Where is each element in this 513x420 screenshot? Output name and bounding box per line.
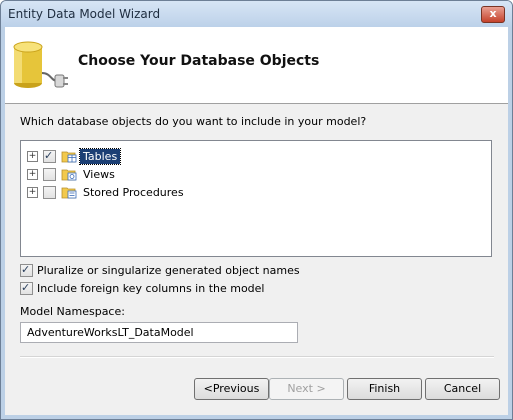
wizard-window: Entity Data Model Wizard x Choose Your D…	[0, 0, 513, 420]
window-title: Entity Data Model Wizard	[8, 7, 161, 21]
tree-item-tables[interactable]: + Tables	[27, 147, 122, 165]
expand-tables-button[interactable]: +	[27, 150, 38, 162]
tables-checkbox[interactable]	[43, 149, 56, 163]
foreign-key-checkbox[interactable]	[20, 281, 33, 295]
previous-button[interactable]: <Previous	[194, 378, 269, 400]
wizard-header: Choose Your Database Objects	[5, 27, 508, 104]
pluralize-option[interactable]: Pluralize or singularize generated objec…	[20, 263, 300, 277]
title-bar[interactable]: Entity Data Model Wizard x	[1, 1, 512, 27]
tree-label-stored-procedures[interactable]: Stored Procedures	[80, 185, 187, 200]
foreign-key-label[interactable]: Include foreign key columns in the model	[37, 282, 265, 295]
namespace-label: Model Namespace:	[20, 305, 125, 318]
views-checkbox[interactable]	[43, 167, 56, 181]
cancel-button[interactable]: Cancel	[425, 378, 500, 400]
pluralize-label[interactable]: Pluralize or singularize generated objec…	[37, 264, 300, 277]
tables-folder-icon	[61, 151, 77, 163]
close-button[interactable]: x	[481, 6, 505, 23]
question-label: Which database objects do you want to in…	[20, 115, 367, 128]
finish-button[interactable]: Finish	[347, 378, 422, 400]
separator	[20, 356, 494, 358]
stored-procedures-folder-icon	[61, 187, 77, 199]
next-button[interactable]: Next >	[269, 378, 344, 400]
namespace-input[interactable]: AdventureWorksLT_DataModel	[20, 322, 298, 343]
expand-stored-procedures-button[interactable]: +	[27, 186, 38, 198]
database-plug-icon	[13, 41, 68, 88]
wizard-body: Which database objects do you want to in…	[5, 104, 508, 415]
tree-label-views[interactable]: Views	[80, 167, 118, 182]
close-icon: x	[489, 7, 497, 20]
tree-item-views[interactable]: + Views	[27, 166, 118, 182]
views-folder-icon	[61, 169, 77, 181]
page-title: Choose Your Database Objects	[78, 53, 320, 69]
foreign-key-option[interactable]: Include foreign key columns in the model	[20, 281, 265, 295]
expand-views-button[interactable]: +	[27, 168, 38, 180]
database-objects-tree[interactable]: + Tables + Views	[20, 140, 492, 257]
stored-procedures-checkbox[interactable]	[43, 185, 56, 199]
pluralize-checkbox[interactable]	[20, 263, 33, 277]
tree-label-tables[interactable]: Tables	[78, 147, 122, 165]
tree-item-stored-procedures[interactable]: + Stored Procedures	[27, 184, 187, 200]
